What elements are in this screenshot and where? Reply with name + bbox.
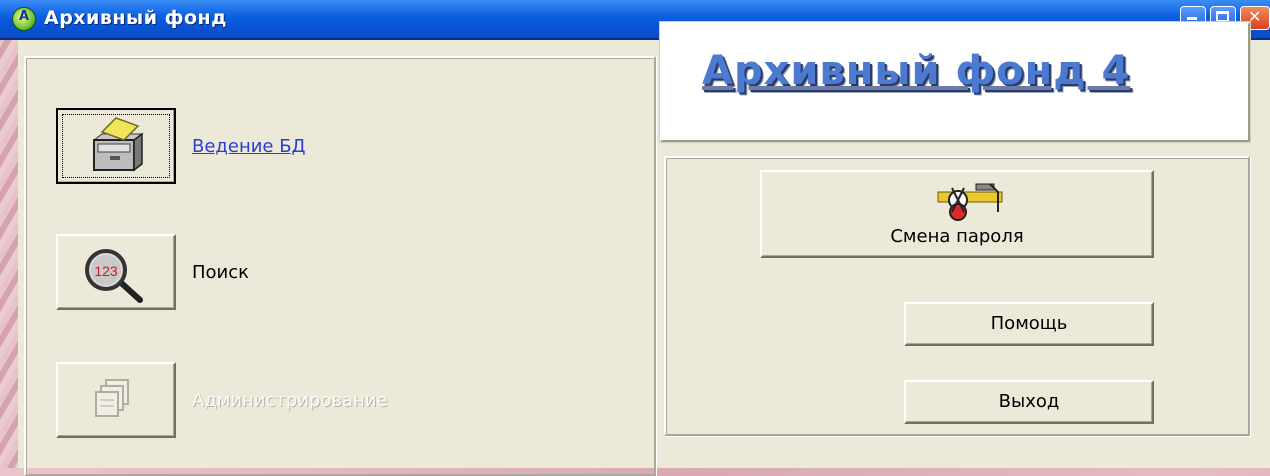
database-button[interactable] [56,108,176,184]
app-banner: Архивный фонд 4 [660,22,1250,142]
search-button[interactable]: 123 [56,234,176,310]
change-password-button[interactable]: Смена пароля [760,170,1154,258]
app-icon: А [12,7,36,31]
admin-link: Администрирование [192,390,388,411]
maximize-icon [1216,11,1229,22]
stacked-documents-icon [95,379,129,417]
magnifier-123-icon: 123 [85,249,143,303]
banner-title: Архивный фонд 4 [702,48,1131,94]
search-link[interactable]: Поиск [192,262,249,283]
password-tools-icon [937,183,1003,221]
minimize-icon [1187,17,1197,20]
admin-button [56,362,176,438]
window-title: Архивный фонд [44,7,228,29]
change-password-label: Смена пароля [890,226,1024,247]
filing-cabinet-icon [92,117,144,172]
close-icon: ✕ [1248,7,1262,26]
svg-text:123: 123 [94,263,118,279]
help-button[interactable]: Помощь [904,302,1154,346]
desktop-background [0,36,18,468]
exit-button[interactable]: Выход [904,380,1154,424]
database-link[interactable]: Ведение БД [192,136,306,157]
